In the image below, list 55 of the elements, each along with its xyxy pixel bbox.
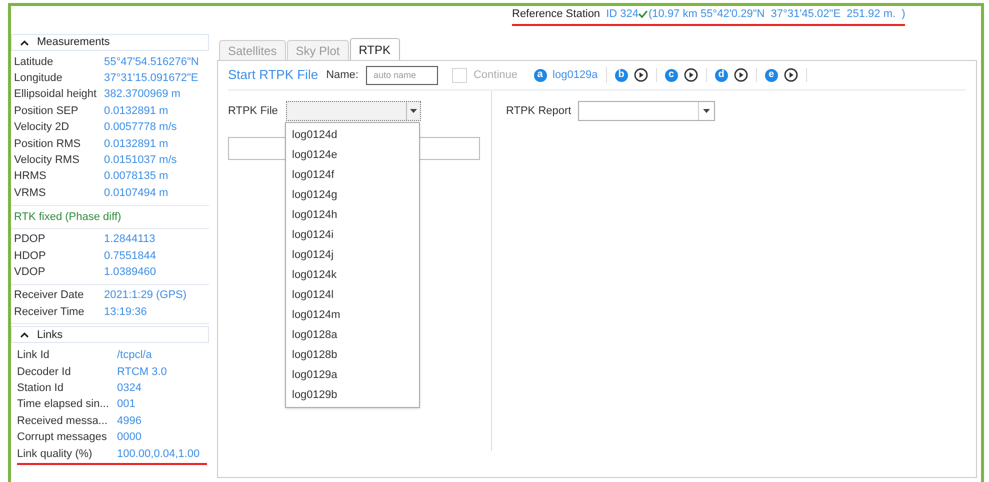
continue-label: Continue [473, 68, 518, 83]
field-label: HRMS [14, 171, 48, 182]
field-label: Position SEP [14, 106, 80, 117]
rtk-status: RTK fixed (Phase diff) [14, 210, 122, 225]
field-value: 0.0151037 m/s [104, 155, 177, 166]
field-label: VRMS [14, 188, 47, 199]
slot-badge: c [664, 68, 678, 82]
rtpk-report-label: RTPK Report [506, 104, 570, 119]
field-value: 0.0078135 m [104, 171, 168, 182]
field-label: Longitude [14, 73, 64, 84]
field-label: Decoder Id [17, 366, 72, 378]
field-value: 001 [117, 399, 136, 410]
field-value: 4996 [117, 416, 142, 427]
field-value: /tcpcl/a [117, 350, 152, 362]
field-value: 0.0057778 m/s [104, 122, 177, 134]
reference-station-label: Reference Station [512, 6, 600, 22]
field-label: Link quality (%) [17, 448, 94, 460]
field-value: 100.00,0.04,1.00 [117, 448, 200, 460]
field-label: PDOP [14, 234, 46, 246]
field-value: 1.0389460 [104, 266, 156, 278]
field-value: 0.0132891 m [104, 138, 168, 150]
field-label: Link Id [17, 350, 50, 362]
field-value: 0000 [117, 432, 142, 444]
station-position: (10.97 km 55°42'0.29"N 37°31'45.02"E 251.92 m. ) [648, 6, 906, 22]
field-value: 55°47'54.516276"N [104, 56, 199, 68]
slot-badge: d [714, 68, 728, 82]
field-label: Position RMS [14, 138, 82, 150]
field-value: 2021:1:29 (GPS) [104, 290, 187, 302]
field-value: RTCM 3.0 [117, 366, 167, 378]
slot-badge: e [764, 68, 778, 82]
rtpk-file-label: RTPK File [228, 104, 278, 119]
field-label: Station Id [17, 382, 64, 394]
field-label: Received messa... [17, 416, 108, 427]
field-label: Latitude [14, 56, 54, 68]
field-value: 0.7551844 [104, 250, 156, 262]
field-value: 0.0107494 m [104, 188, 168, 199]
field-label: Velocity 2D [14, 122, 70, 134]
station-id: ID 324 [606, 6, 638, 22]
field-value: 13:19:36 [104, 306, 147, 318]
field-label: Receiver Date [14, 290, 85, 302]
field-value: 37°31'15.091672"E [104, 73, 198, 84]
field-label: Receiver Time [14, 306, 86, 318]
field-label: Ellipsoidal height [14, 89, 98, 100]
slot-badge: b [614, 68, 628, 82]
field-value: 0324 [117, 382, 142, 394]
field-label: HDOP [14, 250, 47, 262]
field-value: 382.3700969 m [104, 89, 180, 100]
slot-badge: a [534, 68, 547, 82]
field-label: Velocity RMS [14, 155, 80, 166]
field-label: VDOP [14, 266, 46, 278]
name-label: Name: [326, 68, 358, 83]
field-label: Time elapsed sin... [17, 399, 110, 410]
field-value: 1.2844113 [104, 234, 156, 246]
field-label: Corrupt messages [17, 432, 108, 444]
field-value: 0.0132891 m [104, 106, 168, 117]
